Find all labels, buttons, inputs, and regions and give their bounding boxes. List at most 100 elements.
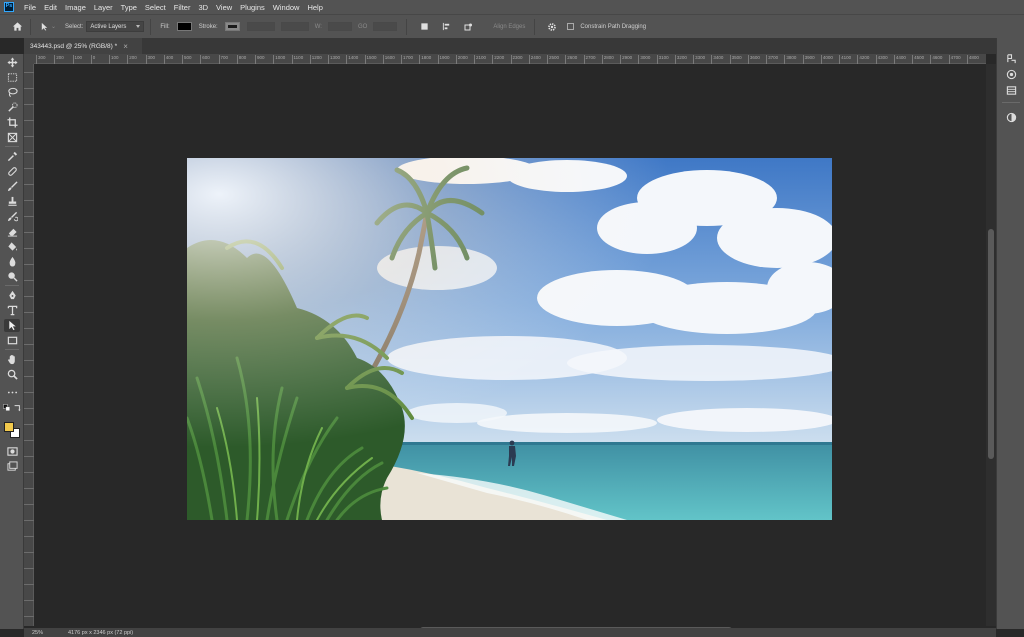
- marquee-tool-icon[interactable]: [4, 71, 20, 84]
- path-arrangement-icon[interactable]: [463, 22, 473, 32]
- gear-icon[interactable]: [547, 22, 557, 32]
- menu-image[interactable]: Image: [61, 3, 90, 12]
- document-canvas-image[interactable]: [187, 158, 832, 520]
- stroke-type-dropdown[interactable]: [280, 22, 309, 31]
- pen-tool-icon[interactable]: [4, 289, 20, 302]
- history-brush-tool-icon[interactable]: [4, 210, 20, 223]
- tool-preset-chevron-icon[interactable]: ⌄: [51, 23, 56, 30]
- home-icon[interactable]: [10, 20, 24, 34]
- swap-colors-icon[interactable]: [12, 403, 22, 412]
- eyedropper-tool-icon[interactable]: [4, 150, 20, 163]
- lasso-tool-icon[interactable]: [4, 86, 20, 99]
- menu-type[interactable]: Type: [117, 3, 141, 12]
- ruler-tick: [24, 312, 34, 313]
- document-tab[interactable]: 343443.psd @ 25% (RGB/8) * ×: [24, 38, 142, 54]
- menu-help[interactable]: Help: [303, 3, 326, 12]
- constrain-path-label: Constrain Path Dragging: [580, 23, 647, 30]
- type-tool-icon[interactable]: [4, 304, 20, 317]
- quick-mask-tool-icon[interactable]: [4, 445, 20, 458]
- ruler-mark: 100: [72, 55, 83, 64]
- ruler-mark: 3400: [711, 55, 724, 64]
- ruler-mark: 300: [36, 55, 46, 64]
- stroke-swatch[interactable]: [224, 22, 240, 31]
- separator: [406, 18, 408, 35]
- ruler-mark: 2000: [455, 55, 468, 64]
- ruler-mark: 4500: [912, 55, 925, 64]
- path-selection-tool-icon[interactable]: [4, 319, 20, 332]
- ruler-mark: 2700: [583, 55, 596, 64]
- properties-panel-icon[interactable]: [1004, 111, 1018, 124]
- height-field[interactable]: [373, 22, 398, 31]
- horizontal-ruler[interactable]: 300 200 100 0 100 200 300 400 500 600 700 800 900 100…: [34, 54, 986, 64]
- history-panel-icon[interactable]: [1004, 52, 1018, 65]
- ruler-tick: [24, 104, 34, 105]
- menu-3d[interactable]: 3D: [194, 3, 212, 12]
- fill-swatch[interactable]: [176, 22, 192, 31]
- move-tool-icon[interactable]: [4, 56, 20, 69]
- ruler-tick: [24, 584, 34, 585]
- ruler-tick: [24, 168, 34, 169]
- vertical-scroll-thumb[interactable]: [988, 229, 994, 459]
- ruler-mark: 700: [218, 55, 229, 64]
- foreground-color-swatch[interactable]: [4, 422, 14, 432]
- separator: [534, 18, 536, 35]
- stroke-width-field[interactable]: [246, 22, 275, 31]
- ruler-tick: [24, 344, 34, 345]
- path-select-arrow-icon[interactable]: [39, 22, 49, 32]
- menu-window[interactable]: Window: [269, 3, 304, 12]
- zoom-tool-icon[interactable]: [4, 368, 20, 381]
- paint-bucket-tool-icon[interactable]: [4, 240, 20, 253]
- crop-tool-icon[interactable]: [4, 116, 20, 129]
- menu-layer[interactable]: Layer: [90, 3, 117, 12]
- ruler-tick: [24, 600, 34, 601]
- quick-select-tool-icon[interactable]: [4, 101, 20, 114]
- frame-tool-icon[interactable]: [4, 131, 20, 144]
- vertical-ruler[interactable]: [24, 64, 34, 626]
- more-tools-icon[interactable]: [4, 386, 20, 399]
- ruler-mark: 3500: [729, 55, 742, 64]
- ruler-tick: [24, 152, 34, 153]
- menu-file[interactable]: File: [20, 3, 40, 12]
- ruler-mark: 100: [109, 55, 119, 64]
- close-icon[interactable]: ×: [123, 42, 128, 51]
- zoom-level[interactable]: 25%: [32, 630, 68, 636]
- menu-select[interactable]: Select: [141, 3, 170, 12]
- ruler-tick: [24, 504, 34, 505]
- adjustments-panel-icon[interactable]: [1004, 68, 1018, 81]
- blur-tool-icon[interactable]: [4, 255, 20, 268]
- brush-tool-icon[interactable]: [4, 180, 20, 193]
- constrain-path-checkbox[interactable]: [567, 23, 575, 30]
- ruler-tick: [24, 424, 34, 425]
- screen-mode-tool-icon[interactable]: [4, 460, 20, 473]
- path-alignment-icon[interactable]: [441, 22, 451, 32]
- clone-stamp-tool-icon[interactable]: [4, 195, 20, 208]
- ruler-tick: [24, 280, 34, 281]
- default-colors-icon[interactable]: [2, 403, 12, 412]
- hand-tool-icon[interactable]: [4, 353, 20, 366]
- width-field[interactable]: [327, 22, 352, 31]
- healing-brush-tool-icon[interactable]: [4, 165, 20, 178]
- document-info[interactable]: 4176 px x 2346 px (72 ppi): [68, 630, 133, 636]
- dodge-tool-icon[interactable]: [4, 270, 20, 283]
- ruler-tick: [24, 88, 34, 89]
- separator: [1002, 102, 1020, 103]
- ruler-mark: 3900: [802, 55, 815, 64]
- path-operations-icon[interactable]: [419, 22, 429, 32]
- ruler-tick: [24, 520, 34, 521]
- ruler-tick: [24, 568, 34, 569]
- menu-edit[interactable]: Edit: [40, 3, 61, 12]
- menu-plugins[interactable]: Plugins: [236, 3, 269, 12]
- menu-filter[interactable]: Filter: [170, 3, 195, 12]
- ruler-corner[interactable]: [24, 54, 34, 64]
- ruler-tick: [24, 296, 34, 297]
- ruler-tick: [24, 232, 34, 233]
- layers-panel-icon[interactable]: [1004, 84, 1018, 97]
- vertical-scrollbar[interactable]: [986, 64, 996, 626]
- menu-view[interactable]: View: [212, 3, 236, 12]
- rectangle-tool-icon[interactable]: [4, 334, 20, 347]
- ruler-tick: [24, 72, 34, 73]
- select-layers-dropdown[interactable]: Active Layers: [86, 21, 145, 32]
- eraser-tool-icon[interactable]: [4, 225, 20, 238]
- ruler-mark: 2800: [601, 55, 614, 64]
- document-tab-title: 343443.psd @ 25% (RGB/8) *: [30, 42, 118, 50]
